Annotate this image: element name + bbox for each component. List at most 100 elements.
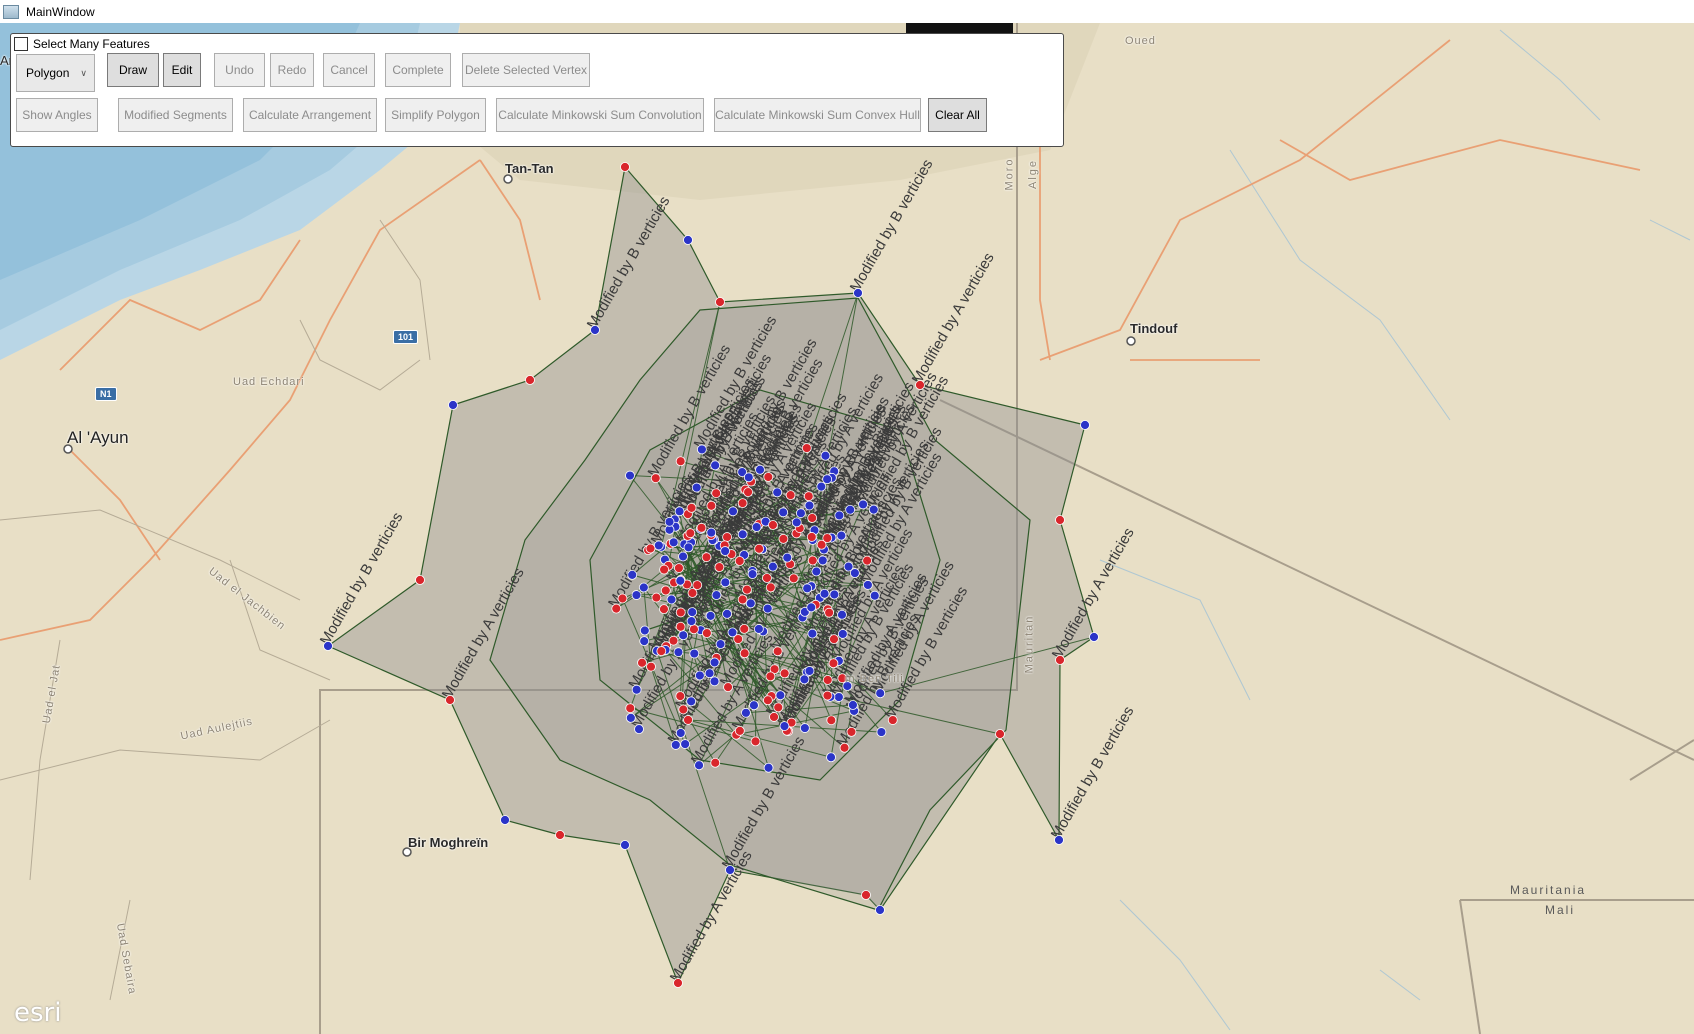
vertex-b[interactable] [673, 647, 684, 658]
vertex-b[interactable] [826, 752, 836, 763]
vertex-a[interactable] [772, 646, 783, 657]
vertex-b[interactable] [853, 288, 863, 298]
vertex-b[interactable] [799, 723, 810, 733]
vertex-b[interactable] [631, 684, 642, 695]
vertex-b[interactable] [837, 629, 848, 639]
vertex-b[interactable] [705, 610, 716, 621]
vertex-a[interactable] [1055, 655, 1065, 665]
vertex-a[interactable] [807, 513, 818, 523]
vertex-a[interactable] [822, 675, 833, 685]
vertex-b[interactable] [625, 470, 635, 481]
vertex-b[interactable] [720, 546, 731, 556]
vertex-b[interactable] [763, 762, 774, 773]
vertex-b[interactable] [804, 500, 815, 511]
vertex-b[interactable] [704, 668, 715, 679]
vertex-b[interactable] [834, 510, 845, 521]
vertex-b[interactable] [631, 590, 642, 600]
vertex-a[interactable] [715, 297, 725, 307]
vertex-a[interactable] [675, 621, 686, 632]
vertex-a[interactable] [675, 691, 686, 702]
vertex-b[interactable] [811, 566, 822, 577]
vertex-a[interactable] [415, 575, 425, 585]
vertex-a[interactable] [685, 528, 696, 539]
vertex-a[interactable] [828, 658, 839, 669]
vertex-b[interactable] [782, 552, 793, 563]
vertex-b[interactable] [694, 670, 705, 681]
vertex-b[interactable] [722, 608, 732, 619]
vertex-b[interactable] [689, 648, 700, 659]
undo-button[interactable]: Undo [214, 53, 265, 87]
vertex-b[interactable] [869, 590, 880, 601]
redo-button[interactable]: Redo [270, 53, 314, 87]
vertex-b[interactable] [741, 707, 751, 718]
vertex-a[interactable] [750, 736, 761, 747]
vertex-a[interactable] [625, 703, 636, 714]
geometry-type-select[interactable]: Polygon ∨ [16, 54, 95, 92]
vertex-b[interactable] [795, 508, 806, 519]
mink-conv-button[interactable]: Calculate Minkowski Sum Convolution [496, 98, 704, 132]
vertex-a[interactable] [687, 588, 698, 598]
vertex-b[interactable] [848, 700, 858, 710]
vertex-a[interactable] [742, 584, 752, 595]
vertex-b[interactable] [836, 530, 847, 541]
vertex-b[interactable] [590, 325, 600, 335]
vertex-a[interactable] [737, 594, 748, 605]
vertex-b[interactable] [683, 542, 694, 553]
vertex-b[interactable] [686, 616, 697, 626]
vertex-b[interactable] [875, 688, 886, 699]
vertex-a[interactable] [675, 456, 686, 467]
vertex-a[interactable] [801, 443, 812, 453]
vertex-b[interactable] [1089, 632, 1099, 642]
vertex-b[interactable] [711, 590, 722, 601]
vertex-b[interactable] [802, 583, 813, 594]
vertex-b[interactable] [683, 235, 693, 245]
vertex-b[interactable] [678, 630, 689, 641]
clear-all-button[interactable]: Clear All [928, 98, 987, 132]
vertex-b[interactable] [666, 594, 677, 605]
vertex-b[interactable] [762, 603, 773, 614]
vertex-b[interactable] [778, 507, 789, 518]
vertex-b[interactable] [720, 577, 731, 588]
vertex-a[interactable] [762, 573, 772, 583]
vertex-a[interactable] [915, 380, 925, 390]
vertex-a[interactable] [617, 593, 628, 604]
vertex-b[interactable] [694, 760, 704, 771]
vertex-a[interactable] [803, 491, 814, 502]
delete-vertex-button[interactable]: Delete Selected Vertex [462, 53, 590, 87]
vertex-b[interactable] [817, 555, 828, 566]
vertex-b[interactable] [1054, 835, 1064, 845]
vertex-b[interactable] [806, 602, 817, 613]
vertex-b[interactable] [868, 504, 879, 515]
map-view[interactable]: Modified by B verticies Modified by A ver… [0, 23, 1694, 1034]
vertex-a[interactable] [650, 473, 661, 484]
vertex-a[interactable] [763, 472, 774, 482]
vertex-b[interactable] [670, 740, 681, 750]
vertex-a[interactable] [739, 648, 750, 659]
vertex-a[interactable] [659, 564, 670, 575]
vertex-b[interactable] [639, 636, 650, 647]
vertex-a[interactable] [701, 628, 712, 639]
vertex-a[interactable] [711, 488, 722, 499]
vertex-a[interactable] [710, 757, 721, 768]
vertex-a[interactable] [689, 624, 699, 635]
vertex-a[interactable] [673, 978, 683, 988]
vertex-a[interactable] [768, 520, 778, 530]
vertex-a[interactable] [445, 695, 455, 705]
vertex-b[interactable] [687, 607, 698, 618]
vertex-a[interactable] [762, 695, 773, 706]
vertex-a[interactable] [656, 646, 667, 657]
vertex-b[interactable] [664, 516, 675, 527]
draw-button[interactable]: Draw [107, 53, 159, 87]
vertex-a[interactable] [686, 502, 697, 513]
vertex-a[interactable] [765, 671, 776, 682]
vertex-a[interactable] [637, 657, 647, 668]
vertex-a[interactable] [701, 552, 712, 563]
vertex-b[interactable] [696, 444, 707, 455]
vertex-b[interactable] [725, 865, 735, 875]
vertex-b[interactable] [728, 506, 738, 517]
vertex-b[interactable] [675, 575, 686, 586]
modified-segments-button[interactable]: Modified Segments [118, 98, 233, 132]
vertex-a[interactable] [806, 532, 817, 542]
vertex-a[interactable] [829, 634, 839, 645]
vertex-a[interactable] [696, 522, 707, 533]
